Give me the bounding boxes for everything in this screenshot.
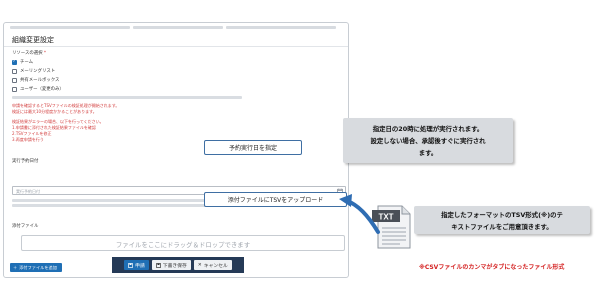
required-mark: * bbox=[43, 51, 47, 56]
date-placeholder: 実行予約日付 bbox=[16, 188, 40, 194]
resource-hint-text bbox=[12, 96, 242, 99]
page-title: 組織変更設定 bbox=[12, 36, 54, 44]
save-icon bbox=[128, 262, 134, 268]
attach-label: 添付ファイル bbox=[12, 224, 39, 229]
format-note: 指定したフォーマットのTSV形式(※)のテ キストファイルをご用意頂きます。 bbox=[414, 206, 590, 234]
date-callout: 予約実行日を指定 bbox=[204, 140, 302, 155]
csv-format-note: ※CSVファイルのカンマがタブになったファイル形式 bbox=[419, 264, 565, 271]
resource-label: リソースの選択 * bbox=[12, 51, 47, 56]
schedule-note-line-1: 指定日の20時に処理が実行されます。 bbox=[372, 125, 484, 133]
resource-option-mailing-list[interactable]: メーリングリスト bbox=[12, 68, 55, 74]
checkbox-shared-mailbox[interactable] bbox=[12, 77, 17, 83]
draft-save-icon bbox=[155, 262, 161, 268]
text-file-icon: TXT bbox=[372, 205, 411, 249]
format-note-line-1: 指定したフォーマットのTSV形式(※)のテ bbox=[441, 211, 563, 219]
resource-option-shared-mailbox[interactable]: 共有メールボックス bbox=[12, 77, 59, 83]
checkbox-team[interactable]: ✓ bbox=[12, 59, 17, 65]
drop-zone-text: ファイルをここにドラッグ＆ドロップできます bbox=[115, 241, 251, 249]
error-guide-4: 3.再度申請を行う bbox=[12, 137, 44, 142]
file-drop-zone[interactable]: ファイルをここにドラッグ＆ドロップできます bbox=[21, 235, 345, 251]
cancel-button[interactable]: ✕ キャンセル bbox=[193, 260, 232, 270]
header-hint-text bbox=[10, 26, 340, 30]
schedule-note-line-3: ます。 bbox=[418, 149, 438, 157]
format-note-line-2: キストファイルをご用意頂きます。 bbox=[451, 223, 553, 231]
date-label: 実行予約日付 bbox=[12, 159, 39, 164]
validation-notice-2: 検証には最大10分程度かかることがあります。 bbox=[12, 109, 97, 114]
resource-option-team[interactable]: ✓ チーム bbox=[12, 59, 33, 65]
file-type-label: TXT bbox=[378, 213, 393, 222]
tsv-callout: 添付ファイルにTSVをアップロード bbox=[204, 192, 347, 207]
schedule-note-line-2: 設定しない場合、承認後すぐに実行され bbox=[370, 137, 486, 145]
submit-button[interactable]: 申請 bbox=[124, 260, 149, 270]
title-divider bbox=[4, 46, 348, 47]
checkbox-user[interactable] bbox=[12, 86, 17, 92]
action-bar: 申請 下書き保存 ✕ キャンセル bbox=[112, 257, 244, 273]
save-draft-button[interactable]: 下書き保存 bbox=[151, 260, 191, 270]
checkbox-mailing-list[interactable] bbox=[12, 68, 17, 74]
plus-icon: ＋ bbox=[13, 264, 18, 270]
add-attachment-button[interactable]: ＋ 添付ファイルを追加 bbox=[10, 263, 62, 272]
close-icon: ✕ bbox=[197, 262, 202, 268]
schedule-note: 指定日の20時に処理が実行されます。 設定しない場合、承認後すぐに実行され ます… bbox=[343, 118, 513, 163]
resource-option-user[interactable]: ユーザー（変更のみ） bbox=[12, 86, 64, 92]
